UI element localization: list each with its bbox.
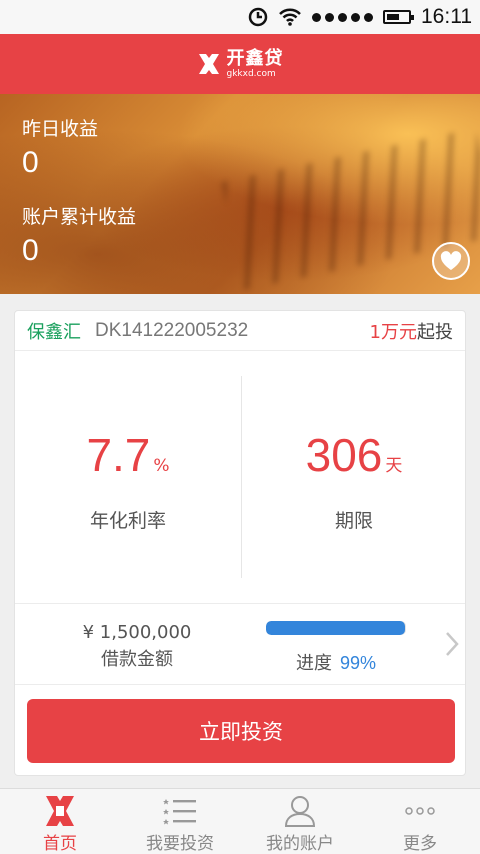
tab-invest-label: 我要投资	[146, 834, 214, 854]
loan-amount: ¥ 1,500,000 借款金额	[37, 619, 237, 673]
annual-rate-unit: %	[153, 456, 170, 476]
tab-account-label: 我的账户	[266, 834, 334, 854]
progress-bar	[266, 621, 406, 635]
annual-rate: 7.7% 年化利率	[15, 432, 241, 533]
term-unit: 天	[385, 456, 403, 476]
progress-label: 进度	[295, 653, 332, 674]
progress-bar-fill	[266, 621, 405, 635]
term-value: 306	[305, 429, 383, 481]
tab-home[interactable]: 首页	[0, 789, 120, 854]
total-earnings-value: 0	[22, 234, 39, 267]
bottom-tab-bar: 首页 我要投资 我的账户 更多	[0, 788, 480, 854]
annual-rate-value: 7.7	[86, 429, 151, 481]
yesterday-earnings-value: 0	[22, 146, 39, 179]
status-bar: 16:11	[0, 0, 480, 34]
battery-icon	[383, 10, 414, 24]
more-dots-icon	[405, 807, 435, 815]
tab-invest[interactable]: 我要投资	[120, 789, 240, 854]
product-card-header: 保鑫汇 DK141222005232 1万元起投	[15, 311, 465, 351]
brand-logo: 开鑫贷 gkkxd.com	[197, 47, 284, 79]
clock: 16:11	[421, 5, 472, 28]
logo-mark-icon	[198, 54, 219, 74]
heart-icon	[440, 251, 462, 270]
minimum-investment: 1万元起投	[370, 318, 453, 344]
wifi-icon	[279, 8, 301, 26]
loan-amount-label: 借款金额	[101, 649, 173, 670]
progress-value: 99%	[339, 653, 377, 673]
logo-domain: gkkxd.com	[226, 68, 276, 79]
minimum-amount: 1万元	[369, 321, 417, 343]
home-logo-icon	[46, 796, 74, 826]
tab-more-label: 更多	[403, 834, 437, 854]
tab-home-label: 首页	[43, 834, 77, 854]
funding-progress: 进度 99%	[266, 621, 406, 675]
signal-icon	[312, 12, 373, 22]
tab-more[interactable]: 更多	[360, 789, 480, 854]
loan-details[interactable]: ¥ 1,500,000 借款金额 进度 99%	[15, 605, 465, 685]
term-label: 期限	[334, 510, 373, 532]
product-code: DK141222005232	[95, 319, 249, 341]
annual-rate-label: 年化利率	[89, 510, 166, 532]
logo-chinese: 开鑫贷	[226, 47, 284, 69]
earnings-banner: 昨日收益 0 账户累计收益 0	[0, 94, 480, 294]
yesterday-earnings-label: 昨日收益	[22, 118, 99, 140]
product-tag: 保鑫汇	[27, 321, 81, 343]
invest-now-button[interactable]: 立即投资	[27, 699, 455, 763]
loan-amount-value: ¥ 1,500,000	[82, 622, 192, 643]
user-icon	[284, 796, 316, 827]
list-icon	[163, 799, 196, 825]
app-header: 开鑫贷 gkkxd.com	[0, 34, 480, 94]
favorite-button[interactable]	[432, 242, 470, 280]
chevron-right-icon[interactable]	[441, 629, 463, 659]
minimum-suffix: 起投	[417, 321, 453, 343]
alarm-icon	[248, 7, 268, 27]
total-earnings-label: 账户累计收益	[22, 206, 137, 228]
product-card[interactable]: 保鑫汇 DK141222005232 1万元起投 7.7% 年化利率 306 天 …	[14, 310, 466, 776]
tab-account[interactable]: 我的账户	[240, 789, 360, 854]
product-stats: 7.7% 年化利率 306 天 期限	[15, 352, 465, 604]
term: 306 天 期限	[241, 432, 467, 533]
